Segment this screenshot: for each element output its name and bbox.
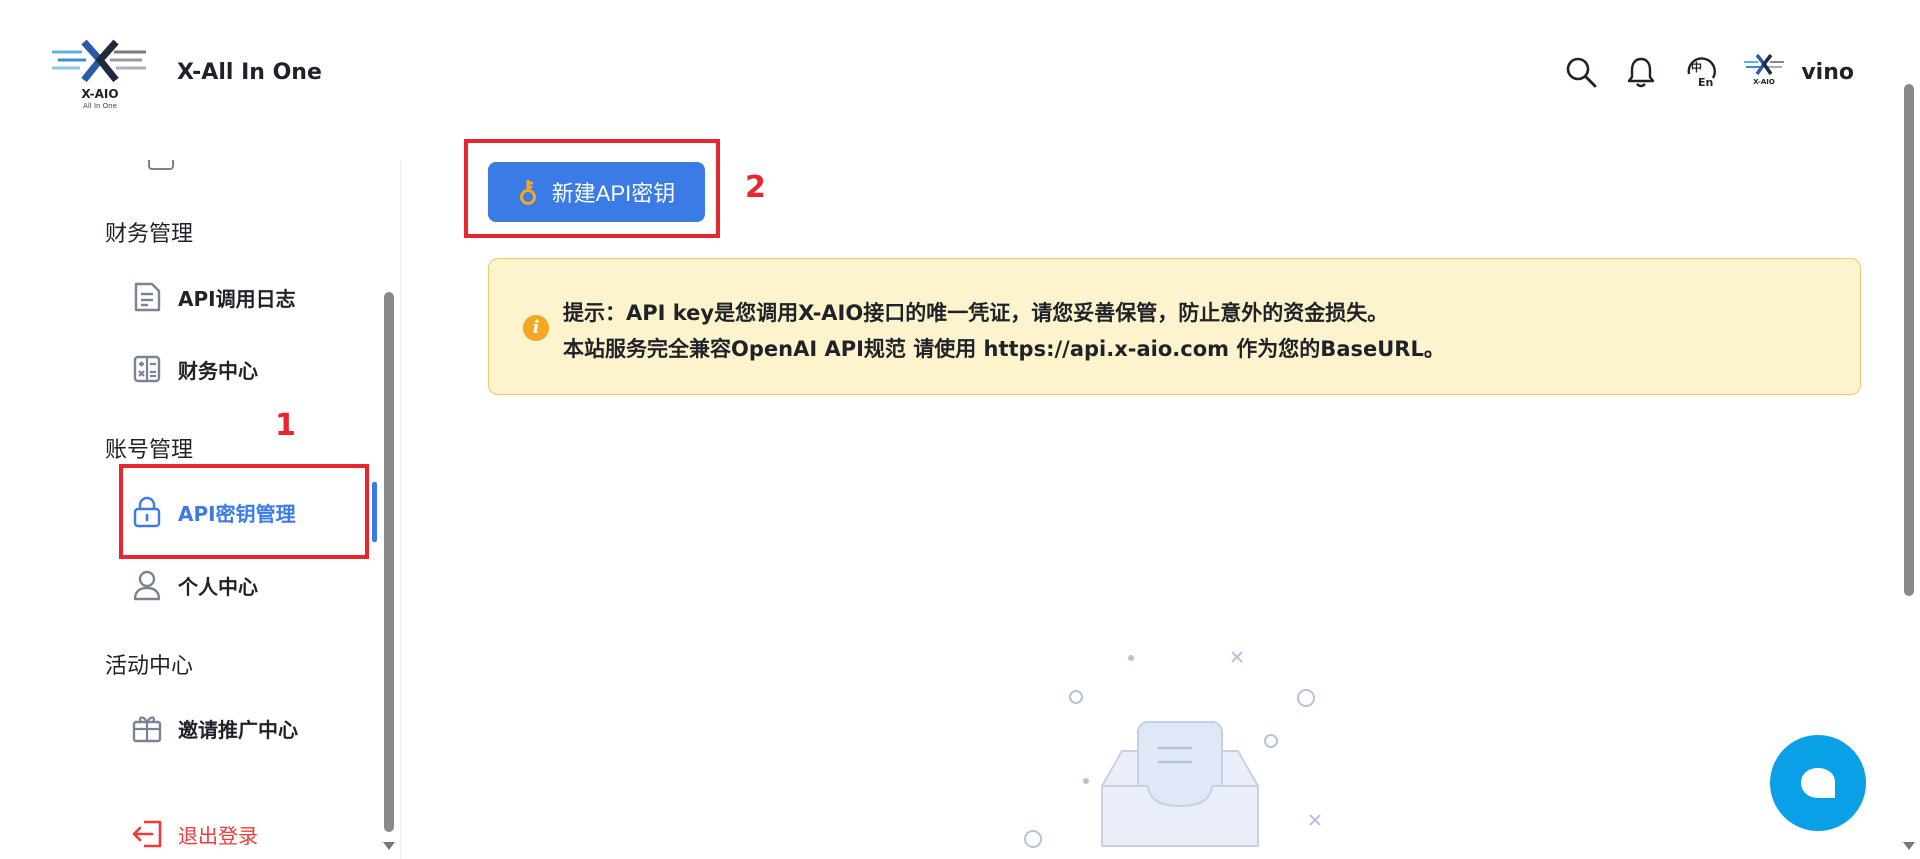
app-logo[interactable]: X-AIO All In One — [52, 36, 148, 112]
info-notice: i 提示：API key是您调用X-AIO接口的唯一凭证，请您妥善保管，防止意外… — [488, 258, 1861, 395]
username[interactable]: vino — [1801, 60, 1854, 85]
annotation-box-2 — [464, 139, 720, 238]
sidebar-item-label: API调用日志 — [178, 286, 296, 311]
sidebar-item-finance-center[interactable]: 财务中心 — [130, 341, 360, 397]
main-scroll-down-icon[interactable] — [1903, 842, 1915, 850]
main-scrollbar[interactable] — [1904, 84, 1914, 596]
group-title-finance: 财务管理 — [105, 222, 194, 247]
empty-state-illustration — [1010, 640, 1350, 859]
notice-line-1: 提示：API key是您调用X-AIO接口的唯一凭证，请您妥善保管，防止意外的资… — [563, 301, 1389, 325]
logout-button[interactable]: 退出登录 — [130, 806, 360, 859]
notice-line-2: 本站服务完全兼容OpenAI API规范 请使用 https://api.x-a… — [563, 337, 1445, 361]
sidebar-divider — [400, 160, 401, 859]
group-title-account: 账号管理 — [105, 438, 194, 463]
logo-subtext: All In One — [83, 102, 117, 110]
sidebar-scrollbar[interactable] — [384, 292, 394, 832]
sidebar-item-referral[interactable]: 邀请推广中心 — [130, 700, 360, 756]
annotation-number-1: 1 — [275, 408, 296, 443]
calculator-icon — [130, 352, 164, 386]
svg-text:En: En — [1698, 76, 1713, 89]
language-icon[interactable]: 中 En — [1681, 52, 1721, 92]
search-icon[interactable] — [1561, 52, 1601, 92]
user-icon — [130, 568, 164, 602]
avatar[interactable]: X-AIO — [1741, 49, 1787, 95]
bell-icon[interactable] — [1621, 52, 1661, 92]
sidebar-item-label: 邀请推广中心 — [178, 717, 298, 742]
sidebar-scroll-down-icon[interactable] — [383, 842, 395, 850]
logo-mark-icon — [52, 39, 146, 83]
logout-label: 退出登录 — [178, 823, 258, 848]
group-title-activity: 活动中心 — [105, 654, 194, 679]
partial-menu-icon — [148, 160, 174, 170]
logo-text: X-AIO — [81, 87, 119, 101]
chat-bubble-icon — [1801, 768, 1835, 798]
sidebar-item-profile[interactable]: 个人中心 — [130, 557, 360, 613]
chat-button[interactable] — [1770, 735, 1866, 831]
document-icon — [130, 280, 164, 314]
annotation-box-1 — [119, 464, 369, 559]
gift-icon — [130, 711, 164, 745]
info-icon: i — [523, 315, 549, 341]
app-title: X-All In One — [177, 60, 322, 85]
logout-icon — [130, 817, 164, 851]
sidebar-item-label: 个人中心 — [178, 574, 258, 599]
active-indicator — [372, 482, 377, 542]
header-tools: 中 En X-AIO vino — [1541, 52, 1854, 92]
svg-text:X-AIO: X-AIO — [1753, 78, 1775, 86]
svg-text:中: 中 — [1691, 60, 1702, 74]
sidebar-item-api-logs[interactable]: API调用日志 — [130, 269, 360, 325]
sidebar-item-label: 财务中心 — [178, 358, 258, 383]
annotation-number-2: 2 — [745, 170, 766, 205]
